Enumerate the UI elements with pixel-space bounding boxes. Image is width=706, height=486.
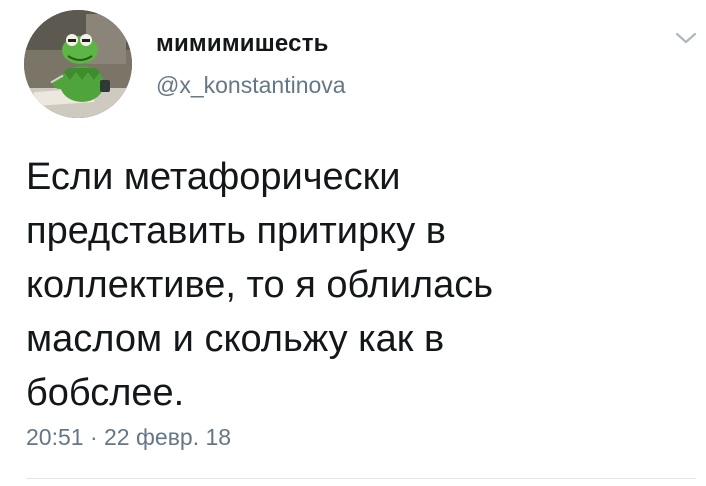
chevron-down-icon[interactable] xyxy=(674,28,698,48)
tweet-timestamp[interactable]: 20:51 · 22 февр. 18 xyxy=(26,424,231,451)
tweet-date: 22 февр. 18 xyxy=(104,424,232,450)
display-name[interactable]: мимимишесть xyxy=(156,30,329,58)
avatar[interactable] xyxy=(24,10,132,118)
divider xyxy=(26,478,696,479)
kermit-frog-avatar xyxy=(24,10,132,118)
user-handle[interactable]: @x_konstantinova xyxy=(156,72,346,99)
tweet-time: 20:51 xyxy=(26,424,84,450)
tweet-card: мимимишесть @x_konstantinova Если метафо… xyxy=(0,0,706,486)
tweet-text: Если метафорически представить притирку … xyxy=(26,156,494,414)
timestamp-separator: · xyxy=(89,424,98,450)
